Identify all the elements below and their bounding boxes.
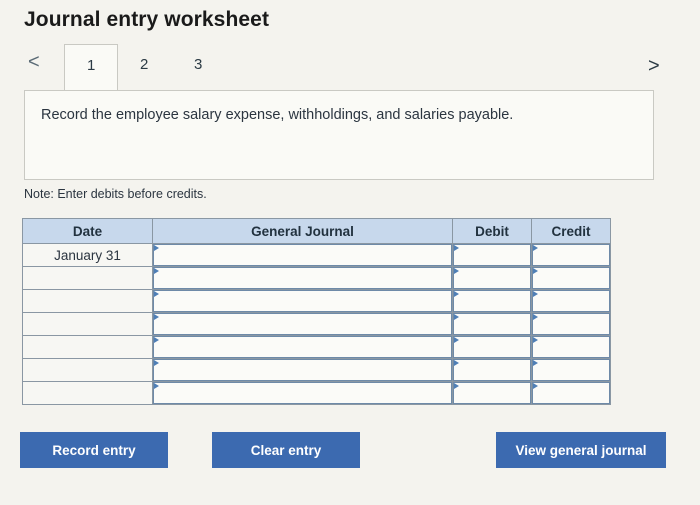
view-general-journal-button[interactable]: View general journal bbox=[496, 432, 666, 468]
account-cell bbox=[152, 381, 453, 405]
table-row bbox=[22, 335, 611, 359]
table-row bbox=[22, 266, 611, 290]
table-row: January 31 bbox=[22, 243, 611, 267]
account-input[interactable] bbox=[153, 313, 452, 335]
debit-cell bbox=[452, 243, 532, 267]
debit-input[interactable] bbox=[453, 336, 531, 358]
debit-input[interactable] bbox=[453, 290, 531, 312]
date-cell bbox=[22, 358, 153, 382]
account-input[interactable] bbox=[153, 359, 452, 381]
account-cell bbox=[152, 243, 453, 267]
date-cell bbox=[22, 289, 153, 313]
credit-cell bbox=[531, 358, 611, 382]
account-input[interactable] bbox=[153, 267, 452, 289]
chevron-left-icon[interactable]: < bbox=[28, 52, 40, 72]
account-cell bbox=[152, 289, 453, 313]
tab-1[interactable]: 1 bbox=[64, 44, 118, 90]
debit-input[interactable] bbox=[453, 359, 531, 381]
instruction-panel: Record the employee salary expense, with… bbox=[24, 90, 654, 180]
debit-cell bbox=[452, 266, 532, 290]
credit-cell bbox=[531, 289, 611, 313]
credit-input[interactable] bbox=[532, 359, 610, 381]
account-input[interactable] bbox=[153, 382, 452, 404]
account-cell bbox=[152, 266, 453, 290]
date-cell bbox=[22, 312, 153, 336]
credit-input[interactable] bbox=[532, 313, 610, 335]
note-text: Note: Enter debits before credits. bbox=[24, 187, 207, 201]
chevron-right-icon[interactable]: > bbox=[648, 56, 660, 76]
clear-entry-button[interactable]: Clear entry bbox=[212, 432, 360, 468]
tab-3[interactable]: 3 bbox=[194, 56, 202, 73]
account-cell bbox=[152, 358, 453, 382]
debit-cell bbox=[452, 358, 532, 382]
debit-input[interactable] bbox=[453, 313, 531, 335]
date-cell: January 31 bbox=[22, 243, 153, 267]
credit-input[interactable] bbox=[532, 244, 610, 266]
debit-input[interactable] bbox=[453, 244, 531, 266]
credit-cell bbox=[531, 312, 611, 336]
debit-input[interactable] bbox=[453, 382, 531, 404]
table-row bbox=[22, 312, 611, 336]
debit-cell bbox=[452, 312, 532, 336]
credit-cell bbox=[531, 266, 611, 290]
tab-label-1: 1 bbox=[87, 57, 96, 74]
page-title: Journal entry worksheet bbox=[24, 8, 270, 31]
journal-table: Date General Journal Debit Credit Januar… bbox=[22, 218, 611, 405]
general-journal-header: General Journal bbox=[152, 218, 453, 244]
credit-cell bbox=[531, 381, 611, 405]
table-row bbox=[22, 358, 611, 382]
credit-input[interactable] bbox=[532, 267, 610, 289]
credit-input[interactable] bbox=[532, 336, 610, 358]
account-cell bbox=[152, 312, 453, 336]
date-cell bbox=[22, 335, 153, 359]
date-header: Date bbox=[22, 218, 153, 244]
credit-header: Credit bbox=[531, 218, 611, 244]
credit-cell bbox=[531, 335, 611, 359]
debit-cell bbox=[452, 289, 532, 313]
account-input[interactable] bbox=[153, 244, 452, 266]
debit-cell bbox=[452, 381, 532, 405]
credit-cell bbox=[531, 243, 611, 267]
date-cell bbox=[22, 266, 153, 290]
credit-input[interactable] bbox=[532, 290, 610, 312]
table-header-row: Date General Journal Debit Credit bbox=[22, 218, 611, 244]
debit-header: Debit bbox=[452, 218, 532, 244]
account-input[interactable] bbox=[153, 290, 452, 312]
table-row bbox=[22, 289, 611, 313]
instruction-text: Record the employee salary expense, with… bbox=[41, 107, 514, 123]
account-cell bbox=[152, 335, 453, 359]
account-input[interactable] bbox=[153, 336, 452, 358]
record-entry-button[interactable]: Record entry bbox=[20, 432, 168, 468]
table-row bbox=[22, 381, 611, 405]
debit-cell bbox=[452, 335, 532, 359]
credit-input[interactable] bbox=[532, 382, 610, 404]
debit-input[interactable] bbox=[453, 267, 531, 289]
date-cell bbox=[22, 381, 153, 405]
tab-2[interactable]: 2 bbox=[140, 56, 148, 73]
